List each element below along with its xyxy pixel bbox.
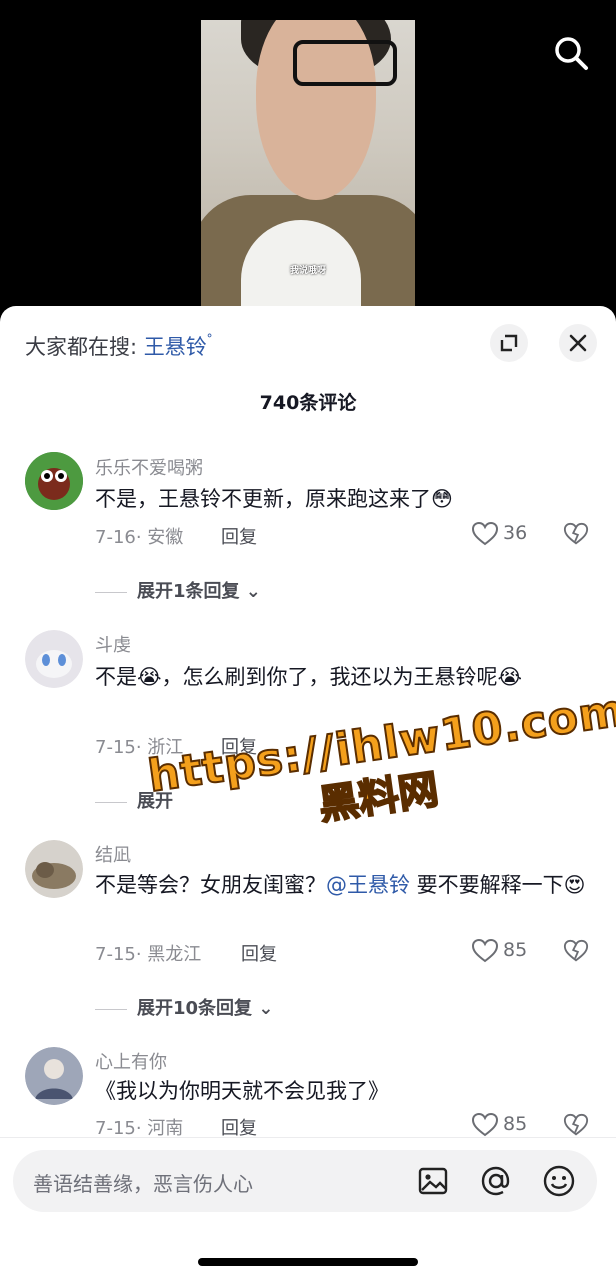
image-icon[interactable] xyxy=(415,1163,451,1199)
video-subtitle: 我说哦呀 xyxy=(289,266,326,276)
comment-meta: 7-16· 安徽 xyxy=(95,527,184,548)
comment-input[interactable]: 善语结善缘，恶言伤人心 xyxy=(13,1150,597,1212)
like-button[interactable]: 36 xyxy=(471,520,531,550)
search-icon[interactable] xyxy=(552,34,590,72)
emoji-icon[interactable] xyxy=(541,1163,577,1199)
dislike-button[interactable] xyxy=(563,1112,589,1140)
comment-count: 740条评论 xyxy=(259,392,357,414)
hot-search-term[interactable]: 王悬铃 xyxy=(144,335,207,359)
comment-username[interactable]: 结凪 xyxy=(95,841,131,867)
expand-icon xyxy=(500,334,518,352)
avatar[interactable] xyxy=(25,452,83,510)
comment-text: 不是😭，怎么刷到你了，我还以为王悬铃呢😭 xyxy=(95,665,523,689)
heart-icon xyxy=(471,1112,499,1137)
like-count: 85 xyxy=(503,939,528,961)
expand-replies[interactable]: 展开10条回复 ⌄ xyxy=(95,994,273,1020)
comment-username[interactable]: 心上有你 xyxy=(95,1048,167,1074)
avatar[interactable] xyxy=(25,630,83,688)
heart-icon xyxy=(471,938,499,963)
close-icon xyxy=(569,334,587,352)
at-icon[interactable] xyxy=(478,1163,514,1199)
like-button[interactable]: 85 xyxy=(471,937,531,967)
comment-text: 《我以为你明天就不会见我了》 xyxy=(95,1079,389,1103)
comment-username[interactable]: 乐乐不爱喝粥 xyxy=(95,454,203,480)
like-count: 36 xyxy=(503,522,528,544)
reply-button[interactable]: 回复 xyxy=(221,523,257,549)
dislike-button[interactable] xyxy=(563,521,589,549)
mention-link[interactable]: @王悬铃 xyxy=(326,873,410,897)
close-button[interactable] xyxy=(559,324,597,362)
comment-meta: 7-15· 黑龙江 xyxy=(95,944,202,965)
reply-button[interactable]: 回复 xyxy=(241,940,277,966)
broken-heart-icon xyxy=(563,522,589,545)
like-count: 85 xyxy=(503,1113,528,1135)
hot-search-prefix: 大家都在搜: xyxy=(25,335,138,359)
dislike-button[interactable] xyxy=(563,938,589,966)
heart-icon xyxy=(471,521,499,546)
chevron-down-icon: ⌄ xyxy=(252,998,274,1019)
broken-heart-icon xyxy=(563,939,589,962)
video-frame: 我说哦呀 xyxy=(201,20,415,310)
divider xyxy=(0,1137,616,1138)
avatar[interactable] xyxy=(25,1047,83,1105)
comment-text: 不是，王悬铃不更新，原来跑这来了😳 xyxy=(95,487,453,511)
hot-search-bar[interactable]: 大家都在搜: 王悬铃ᐤ xyxy=(25,331,212,361)
hot-search-mark: ᐤ xyxy=(206,331,213,347)
expand-replies[interactable]: 展开1条回复 ⌄ xyxy=(95,577,261,603)
avatar[interactable] xyxy=(25,840,83,898)
chevron-down-icon: ⌄ xyxy=(239,581,261,602)
comment-username[interactable]: 斗虔 xyxy=(95,631,131,657)
expand-button[interactable] xyxy=(490,324,528,362)
video-player[interactable]: 我说哦呀 xyxy=(0,0,616,310)
comment-text: 不是等会？女朋友闺蜜？@王悬铃 要不要解释一下😍 xyxy=(95,873,586,897)
comment-input-placeholder: 善语结善缘，恶言伤人心 xyxy=(33,1172,253,1196)
home-indicator xyxy=(198,1258,418,1266)
broken-heart-icon xyxy=(563,1113,589,1136)
